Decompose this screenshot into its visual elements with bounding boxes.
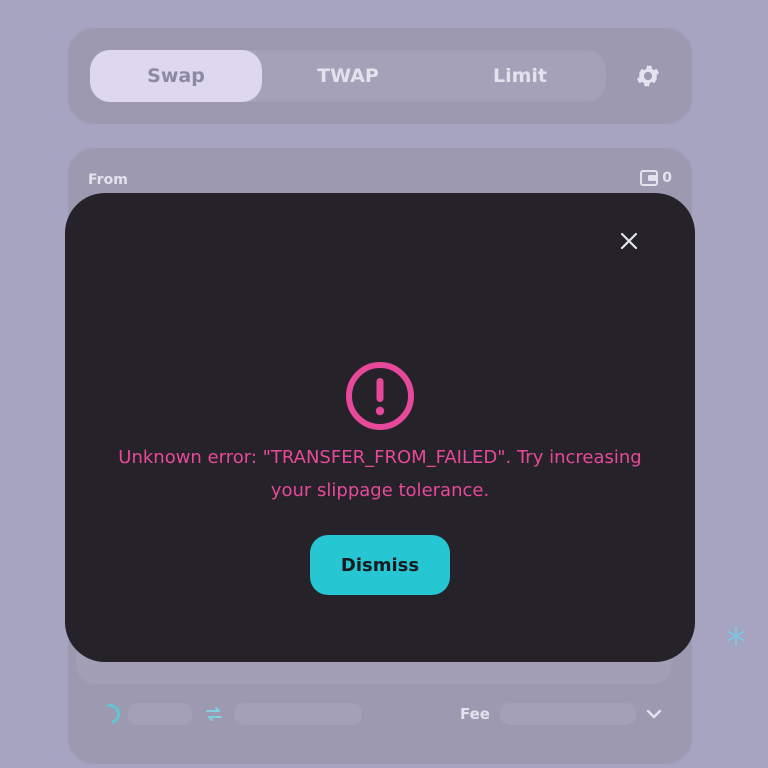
- mode-tabs-card: Swap TWAP Limit: [68, 28, 692, 124]
- error-icon: [346, 362, 414, 430]
- tab-twap[interactable]: TWAP: [262, 50, 434, 102]
- error-modal: Unknown error: "TRANSFER_FROM_FAILED". T…: [65, 193, 695, 662]
- fee-skeleton: [500, 703, 636, 725]
- chevron-down-icon[interactable]: [644, 704, 664, 724]
- snowflake-icon: [727, 626, 745, 646]
- tab-limit[interactable]: Limit: [434, 50, 606, 102]
- swap-arrows-icon[interactable]: [202, 702, 226, 726]
- dismiss-button[interactable]: Dismiss: [310, 535, 450, 595]
- rate-skeleton: [234, 703, 362, 725]
- loading-spinner-icon: [96, 700, 124, 728]
- balance-value: 0: [662, 170, 672, 186]
- rate-fee-row: Fee: [88, 696, 672, 732]
- close-icon: [620, 232, 638, 250]
- close-button[interactable]: [617, 229, 641, 253]
- balance: 0: [640, 170, 672, 186]
- fee-label: Fee: [460, 705, 490, 723]
- rate-skeleton: [128, 703, 192, 725]
- from-label: From: [88, 172, 128, 188]
- tab-swap[interactable]: Swap: [90, 50, 262, 102]
- mode-tabs: Swap TWAP Limit: [90, 50, 606, 102]
- error-message: Unknown error: "TRANSFER_FROM_FAILED". T…: [118, 447, 642, 501]
- gear-icon: [636, 65, 660, 87]
- wallet-icon: [640, 170, 659, 186]
- settings-button[interactable]: [632, 60, 664, 92]
